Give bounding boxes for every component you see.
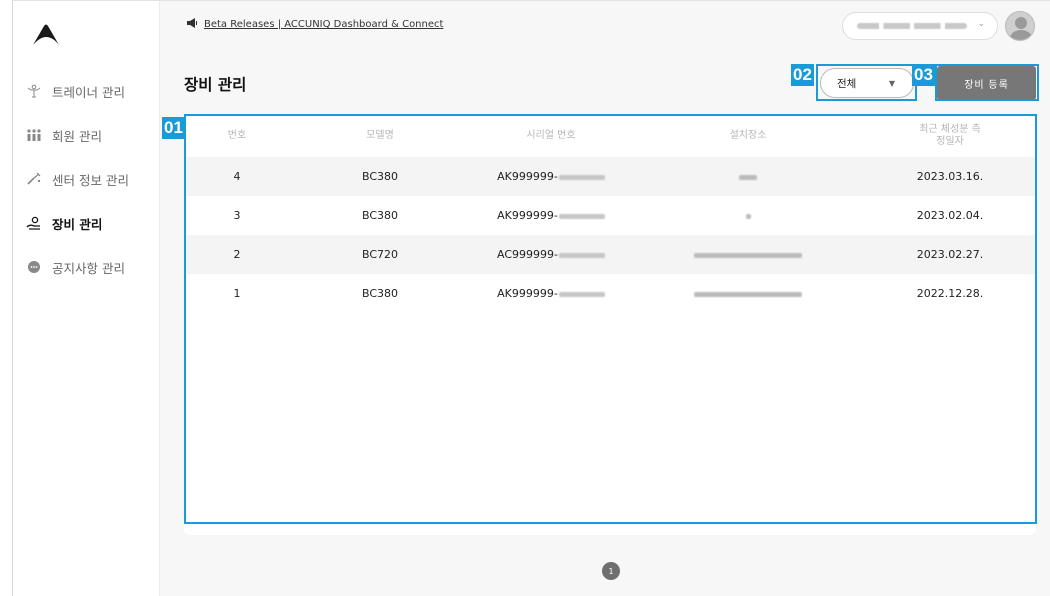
avatar[interactable] [1005, 11, 1035, 41]
sidebar-item-equipment[interactable]: 장비 관리 [13, 201, 160, 245]
table-header-row: 번호 모델명 시리얼 번호 설치장소 최근 체성분 측정일자 [184, 115, 1036, 157]
table-row[interactable]: 4 BC380 AK999999- 2023.03.16. [184, 157, 1036, 196]
equipment-hand-icon [25, 215, 43, 231]
cell-serial: AC999999- [470, 235, 632, 274]
sidebar-item-members[interactable]: 회원 관리 [13, 113, 160, 157]
sidebar-item-label: 센터 정보 관리 [52, 172, 129, 188]
trainer-icon [25, 83, 43, 99]
cell-number: 2 [184, 235, 290, 274]
cell-serial: AK999999- [470, 274, 632, 313]
announcement-bar: Beta Releases | ACCUNIQ Dashboard & Conn… [186, 18, 443, 31]
cell-location [632, 235, 864, 274]
column-header-serial[interactable]: 시리얼 번호 [470, 115, 632, 157]
table-row[interactable]: 2 BC720 AC999999- 2023.02.27. [184, 235, 1036, 274]
pagination-page-button[interactable]: 1 [602, 562, 620, 580]
register-equipment-button[interactable]: 장비 등록 [937, 66, 1036, 100]
cell-number: 4 [184, 157, 290, 196]
sidebar-item-label: 트레이너 관리 [52, 84, 125, 100]
cell-model: BC380 [290, 157, 470, 196]
chat-bubble-icon [25, 259, 43, 275]
sidebar-item-label: 공지사항 관리 [52, 260, 125, 276]
cell-location [632, 274, 864, 313]
table-row[interactable]: 1 BC380 AK999999- 2022.12.28. [184, 274, 1036, 313]
cell-model: BC380 [361, 287, 399, 300]
sidebar-item-notice[interactable]: 공지사항 관리 [13, 245, 160, 289]
cell-model: BC720 [290, 235, 470, 274]
cell-serial: AK999999- [470, 196, 632, 235]
table-row[interactable]: 3 BC380 AK999999- 2023.02.04. [184, 196, 1036, 235]
equipment-table-card: 번호 모델명 시리얼 번호 설치장소 최근 체성분 측정일자 4 BC380 A… [184, 115, 1036, 535]
column-header-location[interactable]: 설치장소 [632, 115, 864, 157]
tools-icon [25, 171, 43, 187]
cell-number: 3 [233, 209, 241, 222]
annotation-badge-table: 01 [162, 117, 185, 139]
cell-number: 1 [233, 287, 241, 300]
cell-date: 2023.02.04. [916, 209, 984, 222]
topbar: Beta Releases | ACCUNIQ Dashboard & Conn… [160, 1, 1050, 51]
cell-serial: AK999999- [470, 157, 632, 196]
sidebar: 트레이너 관리 회원 관리 센터 정보 관리 장비 관리 공지사항 관리 [13, 1, 160, 596]
sidebar-nav: 트레이너 관리 회원 관리 센터 정보 관리 장비 관리 공지사항 관리 [13, 69, 160, 289]
filter-value: 전체 [837, 77, 857, 90]
sidebar-item-label: 장비 관리 [52, 216, 103, 232]
column-header-last-measured[interactable]: 최근 체성분 측정일자 [864, 115, 1036, 157]
annotation-badge-register: 03 [912, 64, 935, 86]
account-selector[interactable]: ⌄ [842, 12, 998, 40]
cell-date: 2023.02.27. [864, 235, 1036, 274]
cell-location [632, 157, 864, 196]
cell-model: BC380 [361, 209, 399, 222]
chevron-down-icon: ⌄ [977, 19, 985, 29]
megaphone-icon [186, 18, 198, 31]
accuniq-logo[interactable] [31, 23, 61, 47]
page-title: 장비 관리 [184, 76, 247, 94]
announcement-link[interactable]: Beta Releases | ACCUNIQ Dashboard & Conn… [204, 19, 443, 30]
equipment-table: 번호 모델명 시리얼 번호 설치장소 최근 체성분 측정일자 4 BC380 A… [184, 115, 1036, 313]
column-header-model[interactable]: 모델명 [290, 115, 470, 157]
main-content: Beta Releases | ACCUNIQ Dashboard & Conn… [160, 1, 1050, 596]
sidebar-item-center-info[interactable]: 센터 정보 관리 [13, 157, 160, 201]
status-filter-select[interactable]: 전체 ▼ [820, 68, 914, 98]
column-header-number[interactable]: 번호 [184, 115, 290, 157]
caret-down-icon: ▼ [888, 79, 895, 88]
cell-location [632, 196, 864, 235]
sidebar-item-label: 회원 관리 [52, 128, 102, 144]
cell-date: 2022.12.28. [916, 287, 984, 300]
account-name-redacted [857, 23, 967, 29]
annotation-badge-filter: 02 [791, 64, 814, 86]
cell-date: 2023.03.16. [864, 157, 1036, 196]
sidebar-item-trainer[interactable]: 트레이너 관리 [13, 69, 160, 113]
members-icon [25, 127, 43, 143]
